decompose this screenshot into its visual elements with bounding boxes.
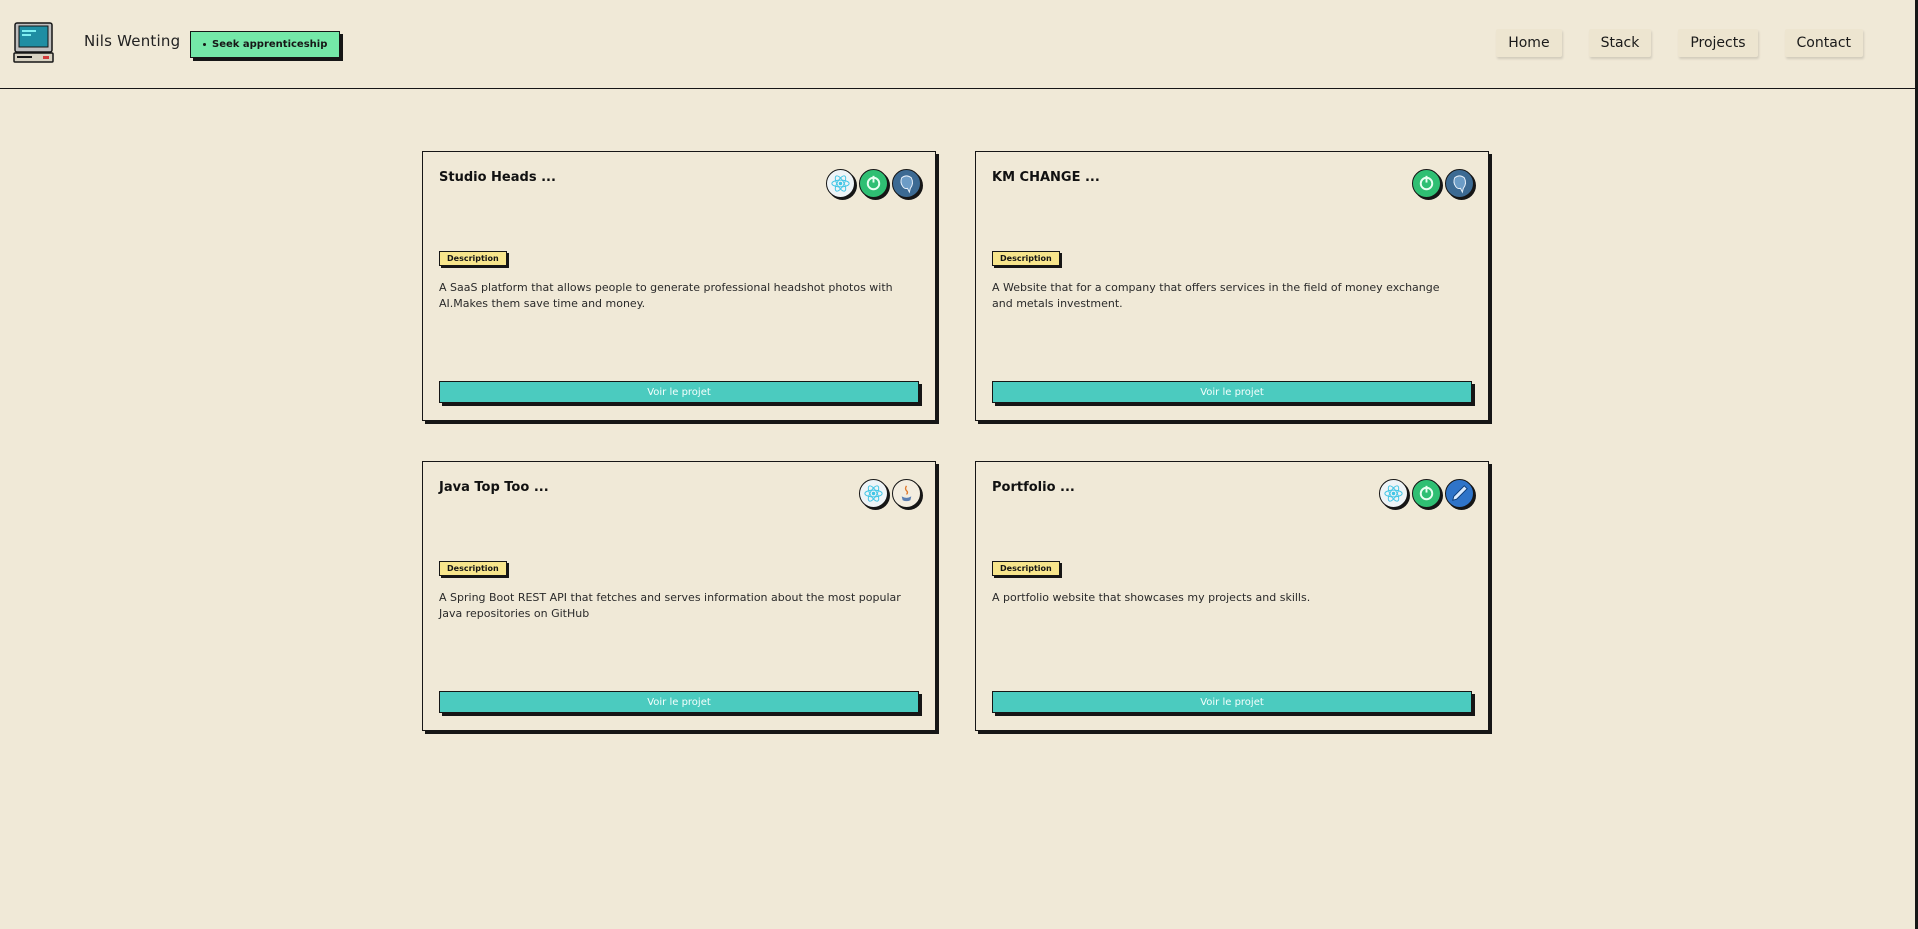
tech-icons: [1379, 479, 1474, 508]
project-card: Studio Heads ... Description A SaaS plat…: [422, 151, 936, 421]
project-description: A Website that for a company that offers…: [992, 281, 1440, 310]
nav-contact[interactable]: Contact: [1784, 29, 1863, 57]
seek-apprenticeship-label: Seek apprenticeship: [212, 39, 328, 50]
project-title: Studio Heads ...: [439, 170, 556, 185]
project-description: A portfolio website that showcases my pr…: [992, 591, 1311, 604]
nodejs-icon: [1412, 479, 1441, 508]
postgresql-icon: [1445, 169, 1474, 198]
project-card: Portfolio ... Description A portfolio we…: [975, 461, 1489, 731]
main-nav: Home Stack Projects Contact: [1496, 29, 1863, 57]
view-project-button[interactable]: Voir le projet: [439, 381, 919, 403]
description-badge: Description: [992, 561, 1060, 576]
project-title: KM CHANGE ...: [992, 170, 1100, 185]
seek-apprenticeship-button[interactable]: Seek apprenticeship: [190, 31, 341, 58]
view-project-button[interactable]: Voir le projet: [992, 381, 1472, 403]
nodejs-icon: [859, 169, 888, 198]
description-badge: Description: [439, 251, 507, 266]
nav-home[interactable]: Home: [1496, 29, 1562, 57]
nav-projects[interactable]: Projects: [1678, 29, 1758, 57]
description-badge: Description: [992, 251, 1060, 266]
description-badge: Description: [439, 561, 507, 576]
react-icon: [859, 479, 888, 508]
pen-icon: [1445, 479, 1474, 508]
project-description: A SaaS platform that allows people to ge…: [439, 281, 893, 310]
postgresql-icon: [892, 169, 921, 198]
nodejs-icon: [1412, 169, 1441, 198]
status-dot-icon: [203, 43, 206, 46]
tech-icons: [859, 479, 921, 508]
project-card: KM CHANGE ... Description A Website that…: [975, 151, 1489, 421]
nav-stack[interactable]: Stack: [1588, 29, 1652, 57]
react-icon: [826, 169, 855, 198]
site-header: Nils Wenting Seek apprenticeship Home St…: [0, 0, 1915, 89]
java-icon: [892, 479, 921, 508]
project-title: Java Top Too ...: [439, 480, 549, 495]
tech-icons: [826, 169, 921, 198]
project-title: Portfolio ...: [992, 480, 1075, 495]
tech-icons: [1412, 169, 1474, 198]
computer-logo-icon[interactable]: [13, 22, 54, 63]
project-description: A Spring Boot REST API that fetches and …: [439, 591, 901, 620]
view-project-button[interactable]: Voir le projet: [992, 691, 1472, 713]
brand-name[interactable]: Nils Wenting: [84, 32, 180, 50]
project-card: Java Top Too ... Description A Spring Bo…: [422, 461, 936, 731]
react-icon: [1379, 479, 1408, 508]
view-project-button[interactable]: Voir le projet: [439, 691, 919, 713]
